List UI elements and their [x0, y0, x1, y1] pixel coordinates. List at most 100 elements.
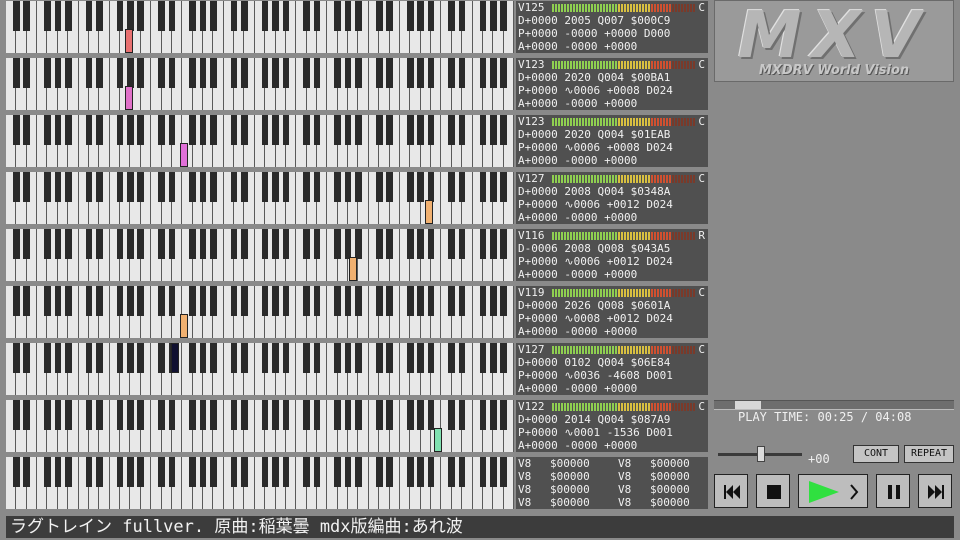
black-key [64, 343, 72, 373]
black-key [127, 286, 134, 316]
pause-button[interactable] [876, 474, 910, 508]
play-time-readout: PLAY TIME: 00:25 / 04:08 [738, 410, 912, 424]
black-key [137, 1, 145, 31]
black-key [54, 457, 62, 487]
black-key [127, 172, 134, 202]
play-button[interactable] [798, 474, 868, 508]
black-key [427, 229, 435, 259]
channel-a-line: A+0000 -0000 +0000 [518, 97, 638, 110]
black-key [313, 1, 321, 31]
black-key [241, 1, 248, 31]
black-key [95, 172, 103, 202]
seek-bar[interactable] [714, 400, 954, 410]
black-key [127, 1, 134, 31]
channel-d-line: D+0000 0102 Q004 $06E84 [518, 356, 671, 369]
black-key [23, 115, 31, 145]
cont-button[interactable]: CONT [853, 445, 899, 463]
black-key [168, 400, 176, 430]
black-key [303, 115, 310, 145]
black-key [334, 1, 342, 31]
seek-knob[interactable] [735, 401, 762, 409]
black-key [127, 400, 134, 430]
black-key [344, 286, 352, 316]
pcm-cell: $00000 [650, 496, 690, 509]
black-key [272, 457, 279, 487]
black-key [137, 457, 145, 487]
channel-keyboard [6, 1, 514, 53]
black-key [85, 115, 93, 145]
black-key [458, 343, 466, 373]
black-key [85, 172, 93, 202]
black-key [127, 115, 134, 145]
black-key [355, 343, 362, 373]
black-key [344, 1, 352, 31]
black-key [95, 343, 103, 373]
black-key [189, 400, 196, 430]
black-key [448, 457, 456, 487]
black-key [375, 229, 383, 259]
black-key [458, 286, 466, 316]
black-key [95, 400, 103, 430]
black-key [199, 457, 207, 487]
black-key [313, 400, 321, 430]
channel-a-line: A+0000 -0000 +0000 [518, 211, 638, 224]
black-key [23, 172, 31, 202]
black-key [168, 172, 176, 202]
volume-slider-knob[interactable] [757, 446, 765, 462]
channel-a-line: A+0000 -0000 +0000 [518, 154, 638, 167]
black-key [427, 58, 435, 88]
black-key [489, 58, 497, 88]
pcm-cell: $00000 [550, 457, 590, 470]
stop-button[interactable] [756, 474, 790, 508]
black-key [189, 115, 196, 145]
next-button[interactable] [918, 474, 952, 508]
black-key [448, 229, 456, 259]
black-key [272, 1, 279, 31]
black-key [64, 58, 72, 88]
black-key [448, 115, 456, 145]
black-key [407, 229, 414, 259]
channel-p-line: P+0000 ∿0036 -4608 D001 [518, 369, 673, 382]
black-key [375, 286, 383, 316]
previous-button[interactable] [714, 474, 748, 508]
pcm-row: V8 $00000 V8 $00000 [516, 470, 708, 483]
channel-p-line: P+0000 -0000 +0000 D000 [518, 27, 671, 40]
black-key [261, 457, 269, 487]
black-key [334, 58, 342, 88]
black-key [85, 343, 93, 373]
black-key [386, 400, 393, 430]
black-key [116, 172, 124, 202]
black-key [241, 58, 248, 88]
channel-p-line: P+0000 ∿0006 +0012 D024 [518, 198, 673, 211]
black-key [407, 343, 414, 373]
black-key [44, 172, 51, 202]
black-key [158, 400, 165, 430]
black-key [334, 343, 342, 373]
black-key [189, 286, 196, 316]
repeat-button[interactable]: REPEAT [904, 445, 954, 463]
active-note-marker [124, 86, 133, 110]
black-key [407, 457, 414, 487]
black-key [95, 1, 103, 31]
black-key [44, 400, 51, 430]
black-key [334, 229, 342, 259]
black-key [344, 115, 352, 145]
black-key [417, 457, 424, 487]
channel-mode: C [698, 1, 705, 14]
channel-a-line: A+0000 -0000 +0000 [518, 382, 638, 395]
black-key [241, 343, 248, 373]
black-key [54, 172, 62, 202]
black-key [95, 457, 103, 487]
black-key [313, 457, 321, 487]
black-key [261, 343, 269, 373]
black-key [158, 1, 165, 31]
channel-mode: C [698, 58, 705, 71]
black-key [210, 172, 217, 202]
black-key [479, 1, 487, 31]
black-key [417, 1, 424, 31]
channel-volume: V116 [518, 229, 545, 242]
black-key [313, 343, 321, 373]
play-time-total: 04:08 [875, 410, 912, 424]
black-key [261, 286, 269, 316]
black-key [458, 172, 466, 202]
